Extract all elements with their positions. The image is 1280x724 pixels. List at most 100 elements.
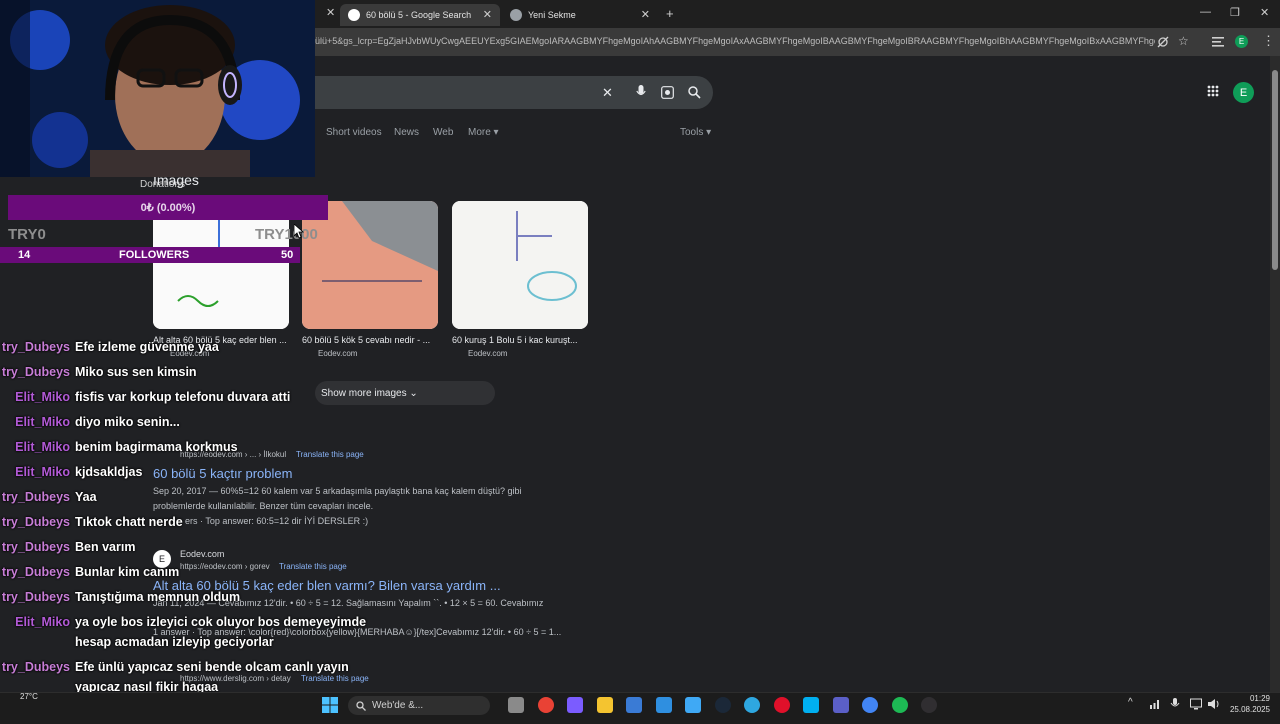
- new-tab-button[interactable]: +: [666, 6, 674, 21]
- menu-kebab-icon[interactable]: ⋮: [1262, 33, 1275, 49]
- followers-goal: 50: [281, 249, 294, 261]
- file-icon[interactable]: [508, 697, 524, 713]
- goal-end-label: TRY1000: [255, 226, 318, 243]
- mouse-cursor-icon: [294, 224, 304, 238]
- bookmark-star-icon[interactable]: ☆: [1178, 34, 1189, 48]
- followers-count: 14: [18, 249, 31, 261]
- chat-text: Efe izleme güvenme yaa: [75, 340, 219, 354]
- tab-web[interactable]: Web: [433, 127, 453, 138]
- donations-label: Donations: [140, 179, 186, 190]
- image-caption[interactable]: 60 kuruş 1 Bolu 5 i kac kuruşt...: [452, 335, 588, 345]
- tools-button[interactable]: Tools ▾: [680, 127, 711, 138]
- reading-list-icon[interactable]: [1212, 37, 1224, 47]
- copilot-icon[interactable]: [567, 697, 583, 713]
- result-title[interactable]: 60 bölü 5 kaçtır problem: [153, 466, 292, 481]
- address-bar-url[interactable]: ülü+5&gs_lcrp=EgZjaHJvbWUyCwgAEEUYExg5GI…: [315, 36, 1155, 46]
- chat-text: kjdsakldjas: [75, 465, 143, 479]
- image-source: Eodev.com: [318, 349, 358, 358]
- profile-avatar[interactable]: E: [1235, 35, 1248, 48]
- teams-icon[interactable]: [832, 697, 849, 713]
- chrome-icon[interactable]: [537, 697, 554, 713]
- spotify-icon[interactable]: [891, 697, 908, 713]
- account-avatar[interactable]: E: [1233, 82, 1254, 103]
- show-more-images-button[interactable]: Show more images ⌄: [315, 381, 495, 405]
- clock-date[interactable]: 25.08.2025: [1226, 705, 1270, 714]
- result-snippet: problemlerde kullanılabilir. Benzer tüm …: [153, 501, 374, 511]
- minimize-button[interactable]: —: [1200, 6, 1211, 18]
- chat-username: try_Dubeys: [1, 490, 70, 504]
- tab-close-icon[interactable]: ✕: [641, 8, 650, 21]
- steam-icon[interactable]: [714, 697, 731, 713]
- result-site-name[interactable]: Eodev.com: [180, 549, 224, 559]
- chat-text: fisfis var korkup telefonu duvara atti: [75, 390, 291, 404]
- obs-icon[interactable]: [921, 697, 937, 713]
- chat-username: Elit_Miko: [15, 465, 70, 479]
- chat-username: try_Dubeys: [1, 365, 70, 379]
- image-source: Eodev.com: [468, 349, 508, 358]
- google-favicon-icon: [348, 9, 360, 21]
- translate-link[interactable]: Translate this page: [296, 450, 364, 459]
- clear-search-icon[interactable]: ✕: [602, 85, 613, 101]
- search-icon: [356, 700, 366, 711]
- volume-icon[interactable]: [1208, 698, 1220, 710]
- image-thumbnail[interactable]: [302, 201, 438, 329]
- edge-icon[interactable]: [744, 697, 760, 713]
- webcam-feed: [0, 0, 315, 177]
- opera-icon[interactable]: [773, 697, 790, 713]
- tab-short-videos[interactable]: Short videos: [326, 127, 382, 138]
- skype-icon[interactable]: [803, 697, 819, 713]
- chat-text: diyo miko senin...: [75, 415, 180, 429]
- tab-title: 60 bölü 5 - Google Search: [366, 10, 472, 20]
- microphone-tray-icon[interactable]: [1170, 698, 1180, 710]
- chat-text: Miko sus sen kimsin: [75, 365, 197, 379]
- store-icon[interactable]: [626, 697, 642, 713]
- clock-time[interactable]: 01:29: [1236, 694, 1270, 703]
- tray-overflow-icon[interactable]: ^: [1128, 697, 1133, 708]
- camera-lens-icon[interactable]: [661, 86, 674, 99]
- chat-username: try_Dubeys: [1, 660, 70, 674]
- image-caption[interactable]: 60 bölü 5 kök 5 cevabı nedir - ...: [302, 335, 438, 345]
- taskbar-search-input[interactable]: Web'de &...: [348, 696, 490, 715]
- tab-close-icon[interactable]: ✕: [326, 6, 335, 19]
- tab-more[interactable]: More ▾: [468, 127, 499, 138]
- network-icon[interactable]: [1149, 698, 1161, 710]
- apps-grid-icon[interactable]: [1207, 85, 1219, 97]
- tab-close-icon[interactable]: ✕: [483, 8, 492, 21]
- tab-news[interactable]: News: [394, 127, 419, 138]
- display-icon[interactable]: [1190, 698, 1202, 710]
- chat-username: try_Dubeys: [1, 515, 70, 529]
- weather-widget[interactable]: 27°C: [20, 692, 38, 701]
- close-window-button[interactable]: ✕: [1260, 6, 1269, 19]
- folder-icon[interactable]: [596, 697, 613, 713]
- chat-text: benim bagirmama korkmus: [75, 440, 238, 454]
- photos-icon[interactable]: [685, 697, 701, 713]
- tab-google-search[interactable]: 60 bölü 5 - Google Search ✕: [340, 4, 500, 26]
- result-url[interactable]: https://eodev.com › gorev: [180, 562, 270, 571]
- microphone-icon[interactable]: [636, 85, 646, 99]
- eye-off-icon[interactable]: [1157, 36, 1169, 48]
- scrollbar-thumb[interactable]: [1272, 70, 1278, 270]
- chat-text: Yaa: [75, 490, 97, 504]
- result-snippet: ers · Top answer: 60:5=12 dir İYİ DERSLE…: [185, 516, 369, 526]
- tab-new-tab[interactable]: Yeni Sekme ✕: [502, 4, 658, 26]
- search-icon[interactable]: [688, 86, 701, 99]
- mail-icon[interactable]: [655, 697, 672, 713]
- chat-username: Elit_Miko: [15, 390, 70, 404]
- translate-link[interactable]: Translate this page: [279, 562, 347, 571]
- chat-username: try_Dubeys: [1, 540, 70, 554]
- chat-text: Tıktok chatt nerde: [75, 515, 183, 529]
- image-thumbnail[interactable]: [153, 201, 289, 329]
- maximize-button[interactable]: ❐: [1230, 6, 1240, 19]
- image-thumbnail[interactable]: [452, 201, 588, 329]
- chrome-active-icon[interactable]: [862, 697, 878, 713]
- result-snippet: Sep 20, 2017 — 60%5=12 60 kalem var 5 ar…: [153, 486, 522, 496]
- search-input[interactable]: [315, 76, 713, 109]
- windows-start-icon[interactable]: [322, 697, 338, 713]
- chat-text: Ben varım: [75, 540, 136, 554]
- chat-text: Bunlar kim canım: [75, 565, 180, 579]
- chat-username: try_Dubeys: [1, 590, 70, 604]
- chrome-favicon-icon: [510, 9, 522, 21]
- chat-text: Tanıştığıma memnun oldum: [75, 590, 241, 604]
- chat-username: Elit_Miko: [15, 415, 70, 429]
- chat-username: try_Dubeys: [1, 565, 70, 579]
